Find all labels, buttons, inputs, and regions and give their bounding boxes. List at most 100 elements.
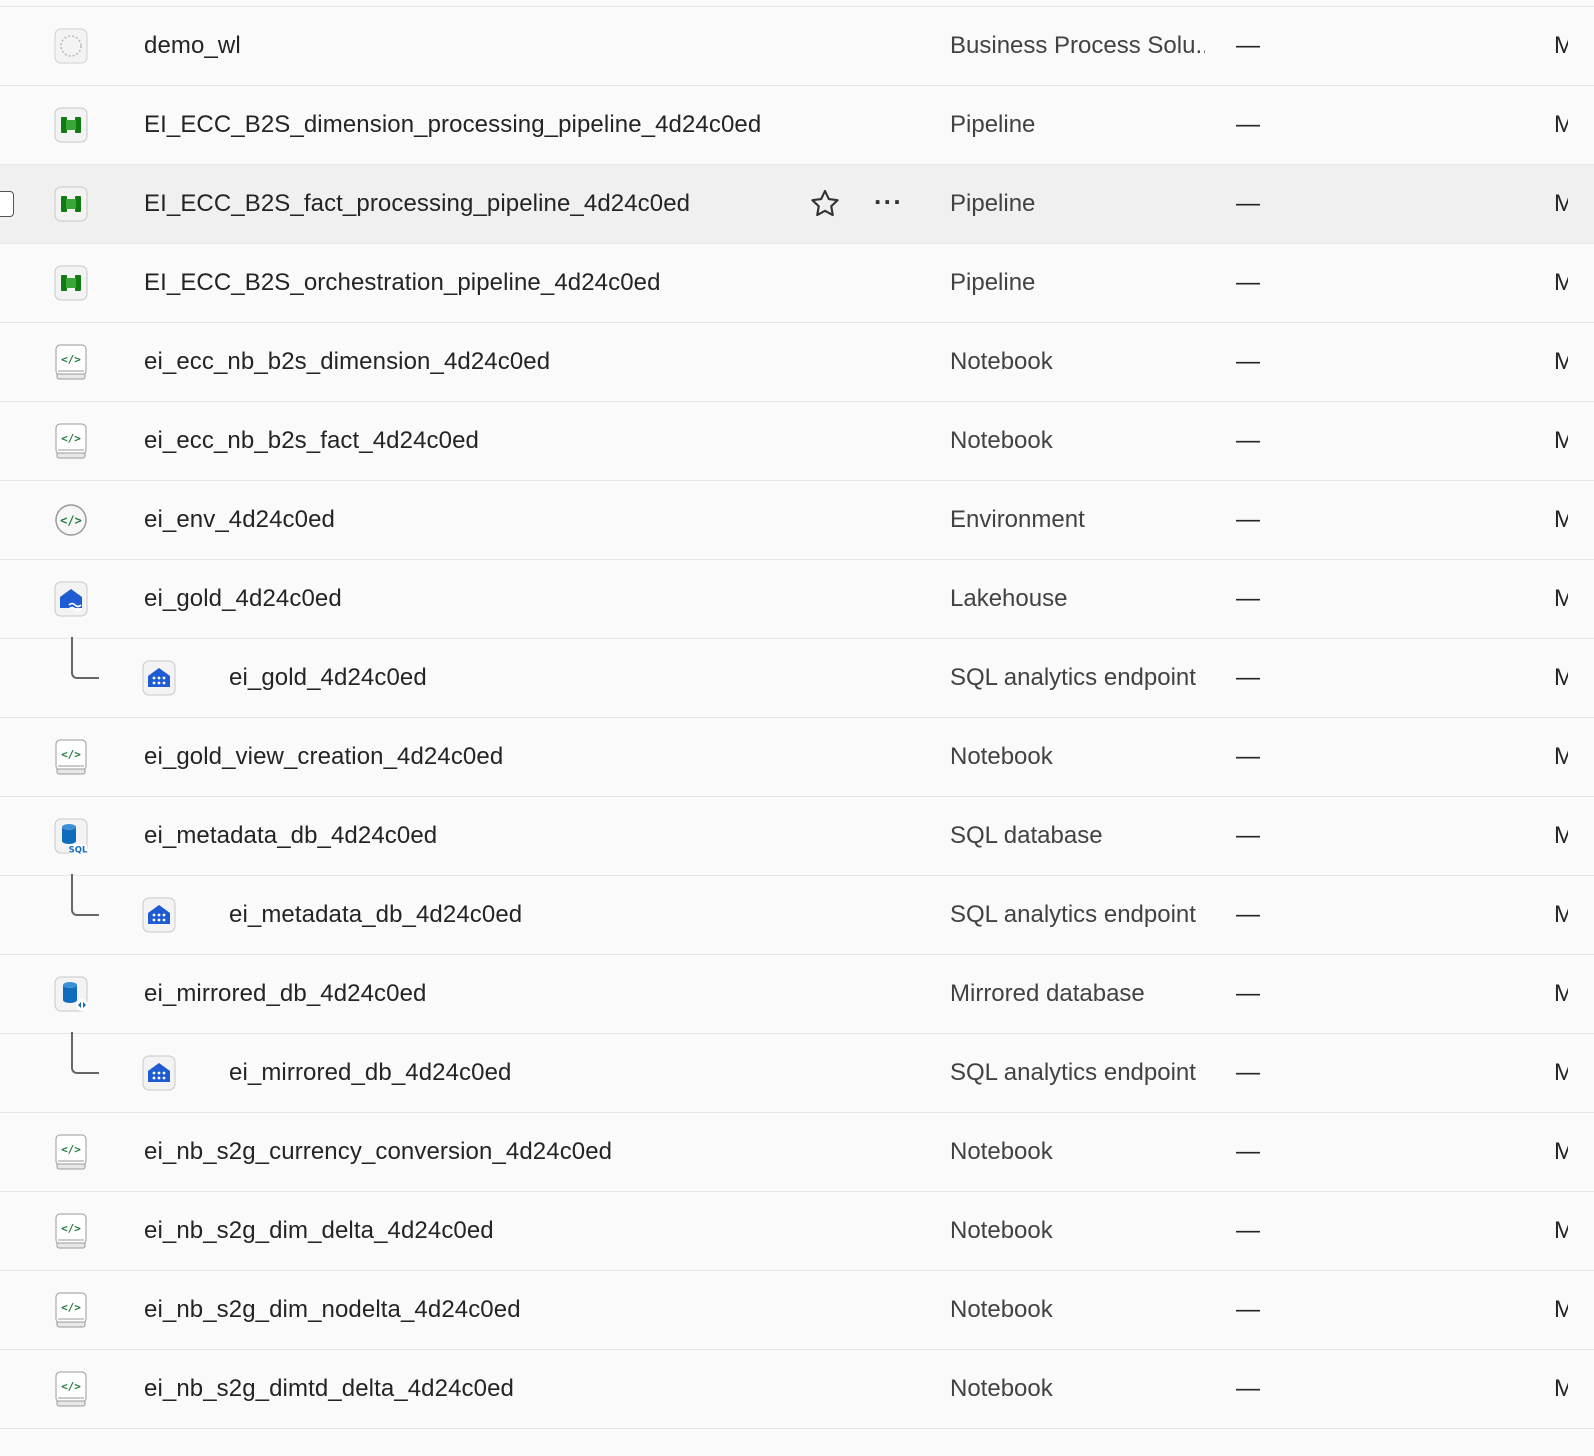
item-name[interactable]: EI_ECC_B2S_dimension_processing_pipeline… bbox=[144, 111, 761, 139]
item-name[interactable]: ei_metadata_db_4d24c0ed bbox=[144, 822, 437, 850]
item-owner-truncated: M bbox=[1554, 743, 1568, 770]
item-task-value: — bbox=[1236, 585, 1260, 612]
item-task-value: — bbox=[1236, 111, 1260, 138]
item-type: Business Process Solu... bbox=[950, 32, 1205, 59]
svg-text:</>: </> bbox=[61, 1222, 81, 1235]
item-task-value: — bbox=[1236, 506, 1260, 533]
sql-endpoint-icon bbox=[142, 896, 176, 934]
list-item[interactable]: </> ei_nb_s2g_dim_nodelta_4d24c0ed Notebo… bbox=[0, 1271, 1594, 1350]
item-type: Lakehouse bbox=[950, 585, 1068, 612]
item-owner-truncated: M bbox=[1554, 427, 1568, 454]
list-item[interactable]: EI_ECC_B2S_dimension_processing_pipeline… bbox=[0, 86, 1594, 165]
list-item[interactable]: </> ei_nb_s2g_dimtd_delta_4d24c0ed Notebo… bbox=[0, 1350, 1594, 1429]
pipeline-icon bbox=[54, 264, 88, 302]
item-task-value: — bbox=[1236, 348, 1260, 375]
item-owner-truncated: M bbox=[1554, 1138, 1568, 1165]
item-task-value: — bbox=[1236, 32, 1260, 59]
item-name[interactable]: ei_mirrored_db_4d24c0ed bbox=[144, 980, 427, 1008]
item-name[interactable]: ei_metadata_db_4d24c0ed bbox=[229, 901, 522, 929]
item-name[interactable]: ei_nb_s2g_currency_conversion_4d24c0ed bbox=[144, 1138, 612, 1166]
item-type: Notebook bbox=[950, 348, 1053, 375]
item-owner-truncated: M bbox=[1554, 32, 1568, 59]
item-task-value: — bbox=[1236, 1138, 1260, 1165]
notebook-icon: </> bbox=[54, 738, 88, 776]
item-name[interactable]: ei_ecc_nb_b2s_dimension_4d24c0ed bbox=[144, 348, 550, 376]
item-type: Pipeline bbox=[950, 190, 1036, 217]
item-task-value: — bbox=[1236, 1375, 1260, 1402]
sql-database-icon: SQL bbox=[54, 817, 88, 855]
list-item-child[interactable]: ei_mirrored_db_4d24c0ed SQL analytics end… bbox=[0, 1032, 1594, 1113]
item-type: SQL analytics endpoint bbox=[950, 1059, 1196, 1086]
item-owner-truncated: M bbox=[1554, 1375, 1568, 1402]
item-task-value: — bbox=[1236, 664, 1260, 691]
sql-endpoint-icon bbox=[142, 659, 176, 697]
list-item[interactable]: </> ei_ecc_nb_b2s_fact_4d24c0ed Notebook —… bbox=[0, 402, 1594, 481]
item-task-value: — bbox=[1236, 822, 1260, 849]
list-item[interactable]: demo_wl Business Process Solu... — M bbox=[0, 7, 1594, 86]
row-select-checkbox[interactable] bbox=[0, 191, 14, 217]
item-type: Notebook bbox=[950, 1296, 1053, 1323]
item-name[interactable]: ei_nb_s2g_dimtd_delta_4d24c0ed bbox=[144, 1375, 514, 1403]
tree-connector bbox=[71, 637, 99, 679]
list-item-child[interactable]: ei_metadata_db_4d24c0ed SQL analytics end… bbox=[0, 874, 1594, 955]
solution-icon bbox=[54, 27, 88, 65]
item-owner-truncated: M bbox=[1554, 585, 1568, 612]
item-owner-truncated: M bbox=[1554, 348, 1568, 375]
item-owner-truncated: M bbox=[1554, 901, 1568, 928]
list-item[interactable]: SQL ei_metadata_db_4d24c0ed SQL database —… bbox=[0, 797, 1594, 876]
item-name[interactable]: ei_nb_s2g_dim_nodelta_4d24c0ed bbox=[144, 1296, 521, 1324]
notebook-icon: </> bbox=[54, 1212, 88, 1250]
notebook-icon: </> bbox=[54, 1291, 88, 1329]
item-name[interactable]: ei_gold_4d24c0ed bbox=[144, 585, 342, 613]
item-task-value: — bbox=[1236, 427, 1260, 454]
item-type: Environment bbox=[950, 506, 1085, 533]
item-owner-truncated: M bbox=[1554, 269, 1568, 296]
svg-text:</>: </> bbox=[61, 1143, 81, 1156]
star-icon[interactable] bbox=[808, 187, 842, 221]
pipeline-icon bbox=[54, 106, 88, 144]
item-name[interactable]: ei_nb_s2g_dim_delta_4d24c0ed bbox=[144, 1217, 494, 1245]
notebook-icon: </> bbox=[54, 422, 88, 460]
tree-connector bbox=[71, 874, 99, 916]
list-item[interactable]: </> ei_nb_s2g_currency_conversion_4d24c0… bbox=[0, 1113, 1594, 1192]
item-owner-truncated: M bbox=[1554, 1059, 1568, 1086]
mirrored-database-icon bbox=[54, 975, 88, 1013]
item-owner-truncated: M bbox=[1554, 1217, 1568, 1244]
item-task-value: — bbox=[1236, 269, 1260, 296]
item-owner-truncated: M bbox=[1554, 506, 1568, 533]
item-owner-truncated: M bbox=[1554, 822, 1568, 849]
item-name[interactable]: ei_mirrored_db_4d24c0ed bbox=[229, 1059, 512, 1087]
item-name[interactable]: demo_wl bbox=[144, 32, 241, 60]
svg-text:</>: </> bbox=[61, 748, 81, 761]
lakehouse-icon bbox=[54, 580, 88, 618]
list-item[interactable]: ei_gold_4d24c0ed Lakehouse — M bbox=[0, 560, 1594, 639]
list-item[interactable]: </> ei_ecc_nb_b2s_dimension_4d24c0ed Note… bbox=[0, 323, 1594, 402]
item-task-value: — bbox=[1236, 980, 1260, 1007]
item-type: Notebook bbox=[950, 1375, 1053, 1402]
svg-text:</>: </> bbox=[61, 353, 81, 366]
notebook-icon: </> bbox=[54, 1133, 88, 1171]
list-item[interactable]: EI_ECC_B2S_fact_processing_pipeline_4d24… bbox=[0, 165, 1594, 244]
environment-icon: </> bbox=[54, 501, 88, 539]
list-item[interactable]: </> ei_env_4d24c0ed Environment — M bbox=[0, 481, 1594, 560]
list-item[interactable]: </> ei_nb_s2g_dim_delta_4d24c0ed Notebook… bbox=[0, 1192, 1594, 1271]
item-type: Pipeline bbox=[950, 269, 1036, 296]
item-task-value: — bbox=[1236, 901, 1260, 928]
item-name[interactable]: EI_ECC_B2S_orchestration_pipeline_4d24c0… bbox=[144, 269, 661, 297]
item-owner-truncated: M bbox=[1554, 111, 1568, 138]
item-name[interactable]: ei_ecc_nb_b2s_fact_4d24c0ed bbox=[144, 427, 479, 455]
list-item[interactable]: EI_ECC_B2S_orchestration_pipeline_4d24c0… bbox=[0, 244, 1594, 323]
item-owner-truncated: M bbox=[1554, 664, 1568, 691]
item-task-value: — bbox=[1236, 1296, 1260, 1323]
item-task-value: — bbox=[1236, 743, 1260, 770]
item-name[interactable]: ei_env_4d24c0ed bbox=[144, 506, 335, 534]
item-name[interactable]: ei_gold_4d24c0ed bbox=[229, 664, 427, 692]
item-name[interactable]: ei_gold_view_creation_4d24c0ed bbox=[144, 743, 503, 771]
item-type: SQL database bbox=[950, 822, 1103, 849]
item-name[interactable]: EI_ECC_B2S_fact_processing_pipeline_4d24… bbox=[144, 190, 690, 218]
list-item[interactable]: </> ei_gold_view_creation_4d24c0ed Notebo… bbox=[0, 718, 1594, 797]
svg-text:</>: </> bbox=[61, 1380, 81, 1393]
more-options-button[interactable]: ··· bbox=[874, 187, 903, 218]
list-item-child[interactable]: ei_gold_4d24c0ed SQL analytics endpoint — M bbox=[0, 637, 1594, 718]
list-item[interactable]: ei_mirrored_db_4d24c0ed Mirrored database… bbox=[0, 955, 1594, 1034]
